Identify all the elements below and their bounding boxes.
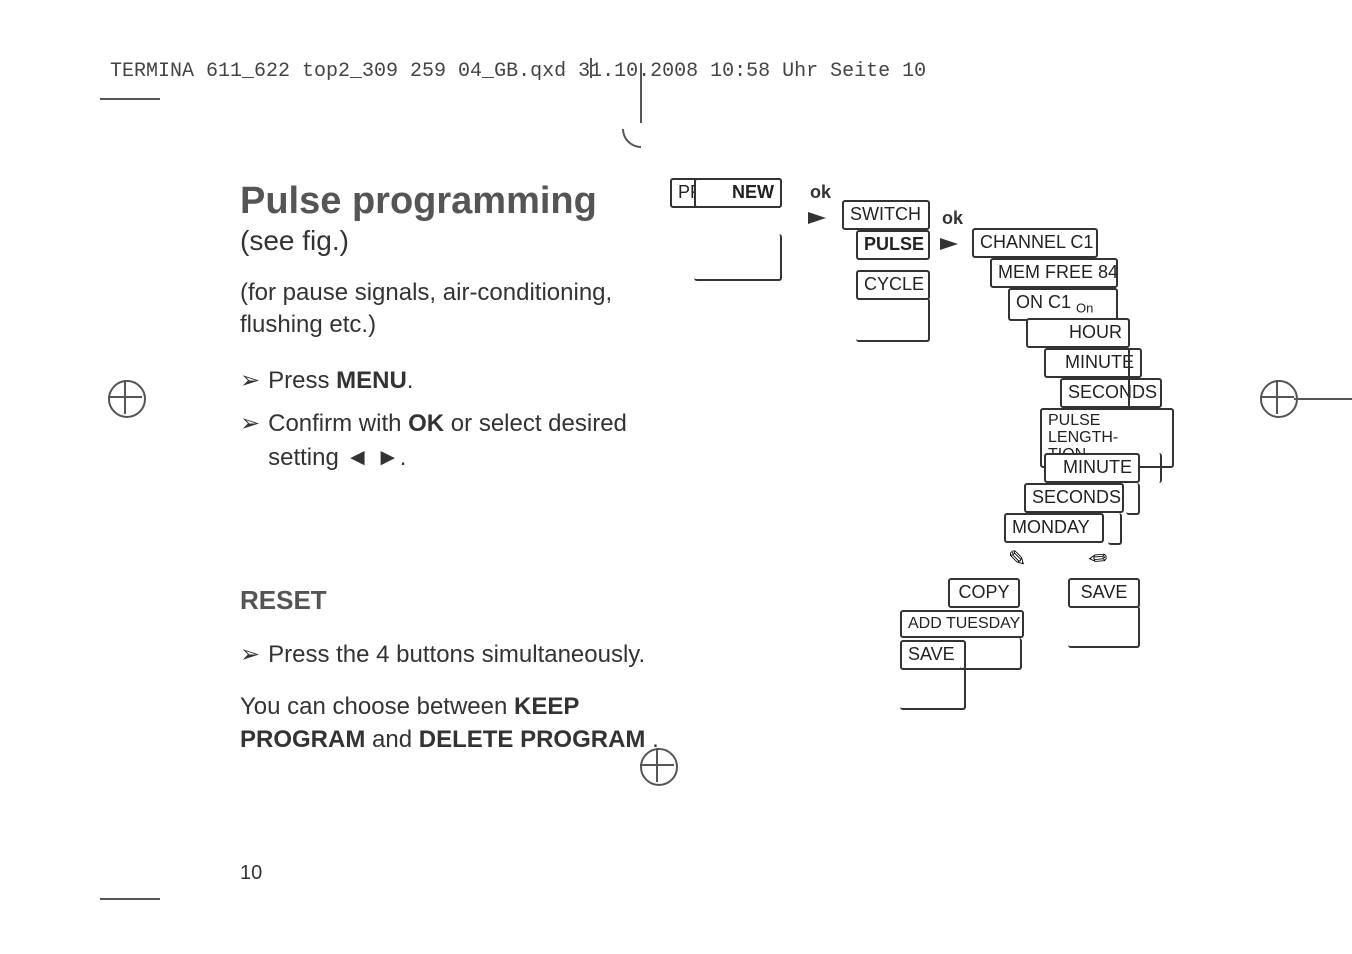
box-cycle: CYCLE [856,270,930,300]
onc1-sub: On [1076,301,1093,316]
box-onc1: ON C1 On [1008,288,1118,321]
choose-text: You can choose between KEEP PROGRAM and … [240,691,660,756]
intro-text: (for pause signals, air-conditioning, fl… [240,277,660,342]
cascade-border [960,638,1022,670]
crop-mark-top [585,62,597,90]
box-copy: COPY [948,578,1020,608]
delete-program-label: DELETE PROGRAM [419,726,646,753]
box-monday: MONDAY [1004,513,1104,543]
box-add-tuesday: ADD TUESDAY [900,610,1024,638]
box-seconds: SECONDS [1060,378,1162,408]
pencil-icon: ✎ [1008,546,1026,572]
print-header: TERMINA 611_622 top2_309 259 04_GB.qxd 3… [110,60,926,83]
box-hour: HOUR [1026,318,1130,348]
registration-mark [1260,396,1294,398]
page-subtitle: (see fig.) [240,225,660,257]
trim-mark [1294,398,1352,400]
trim-mark [100,898,160,900]
arrow-right-icon [808,212,826,224]
chevron-icon: ➢ [240,407,260,474]
box-seconds: SECONDS [1024,483,1124,513]
cascade-border [1148,453,1162,483]
trim-mark [640,63,642,123]
reset-step-text: Press the 4 buttons simultaneously. [268,638,645,672]
cascade-border [1068,606,1140,648]
page-title: Pulse programming [240,180,660,223]
step-text: . [407,367,414,394]
box-save: SAVE [1068,578,1140,608]
arrow-icons: ◄ ► [346,444,400,471]
cascade-border [1108,513,1122,545]
registration-mark [108,380,146,418]
flow-diagram: PROGRAM NEW ok SWITCH PULSE CYCLE ok CHA… [670,178,1230,858]
registration-mark [1260,380,1298,418]
cascade-border [1126,483,1140,515]
step-text: Press [268,367,336,394]
cascade-border [694,234,782,281]
step-text: . [400,444,407,471]
list-item: ➢ Press MENU. [240,364,660,398]
text: You can choose between [240,693,514,720]
onc1-text: ON C1 [1016,292,1076,312]
trim-mark [100,98,160,100]
cascade-border [900,668,966,710]
cascade-border [856,298,930,342]
box-switch: SWITCH [842,200,930,230]
pencil-icon: ✎ [1082,543,1113,575]
reset-list: ➢ Press the 4 buttons simultaneously. [240,638,660,672]
chevron-icon: ➢ [240,638,260,672]
list-item: ➢ Press the 4 buttons simultaneously. [240,638,660,672]
text: and [365,726,418,753]
ok-label: ok [942,208,963,229]
box-pulse: PULSE [856,230,930,260]
box-channel: CHANNEL C1 [972,228,1098,258]
page-number: 10 [240,862,262,885]
step-list: ➢ Press MENU. ➢ Confirm with OK or selec… [240,364,660,475]
box-memfree: MEM FREE 84 [990,258,1118,288]
step-text: Confirm with [268,410,408,437]
ok-label: ok [810,182,831,203]
box-save: SAVE [900,640,966,670]
reset-heading: RESET [240,585,660,616]
box-new: NEW [694,178,782,208]
menu-label: MENU [336,367,407,394]
main-content: Pulse programming (see fig.) (for pause … [240,180,660,756]
list-item: ➢ Confirm with OK or select desired sett… [240,407,660,474]
chevron-icon: ➢ [240,364,260,398]
ok-label: OK [408,410,444,437]
registration-mark [108,396,142,398]
registration-mark [640,764,674,766]
box-minute: MINUTE [1044,453,1140,483]
arrow-right-icon [940,238,958,250]
cascade-border [1114,348,1130,408]
